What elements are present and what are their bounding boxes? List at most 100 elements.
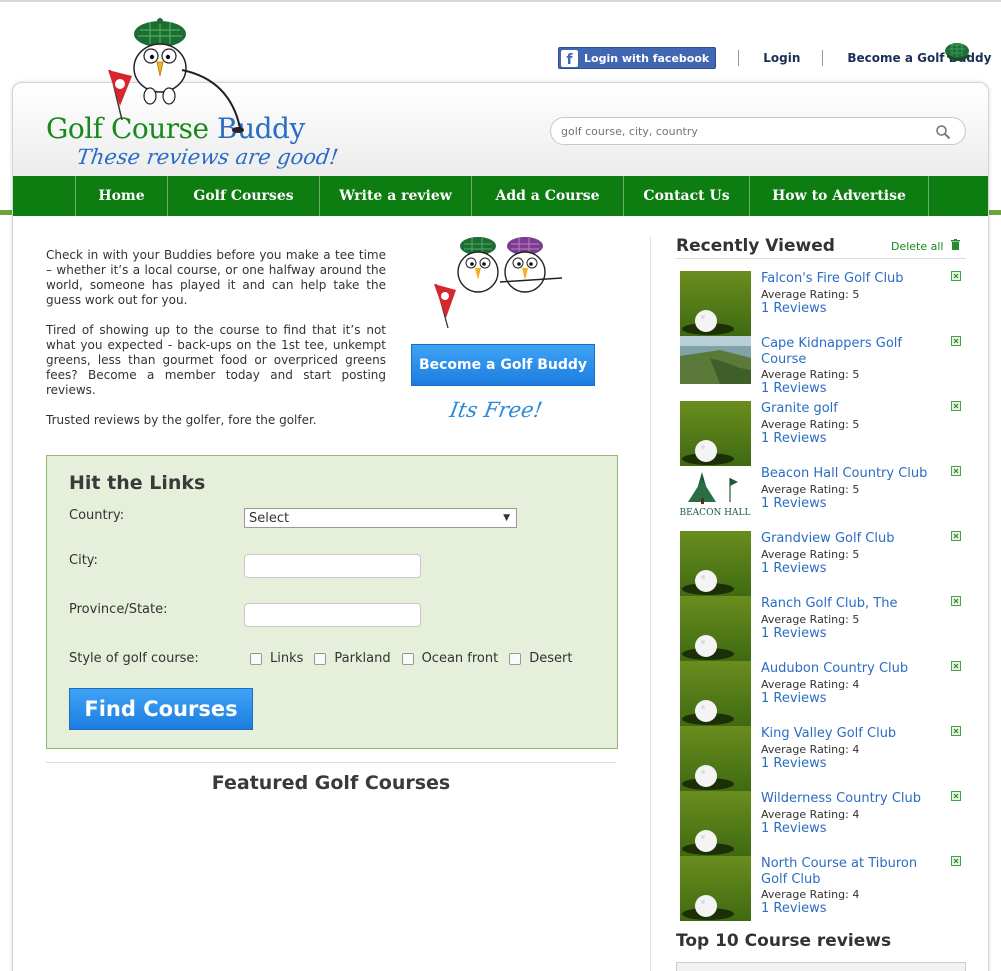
recently-viewed-item[interactable]: North Course at Tiburon Golf Club Average… [680,856,970,921]
intro-paragraph: Trusted reviews by the golfer, fore the … [46,413,317,427]
course-thumbnail[interactable] [680,596,751,661]
course-name-link[interactable]: Grandview Golf Club [761,531,941,547]
desert-checkbox-label: Desert [529,651,573,666]
province-label: Province/State: [69,602,168,617]
course-thumbnail[interactable] [680,791,751,856]
course-name-link[interactable]: North Course at Tiburon Golf Club [761,856,941,888]
ocean-front-checkbox[interactable] [401,652,414,665]
course-reviews-link[interactable]: 1 Reviews [761,561,827,576]
remove-icon[interactable] [951,271,961,281]
course-name-link[interactable]: Wilderness Country Club [761,791,941,807]
course-reviews-link[interactable]: 1 Reviews [761,901,827,916]
course-reviews-link[interactable]: 1 Reviews [761,381,827,396]
nav-home[interactable]: Home [76,176,168,216]
course-reviews-link[interactable]: 1 Reviews [761,756,827,771]
desert-checkbox[interactable] [509,652,522,665]
column-divider [650,236,651,971]
recently-viewed-item[interactable]: Cape Kidnappers Golf Course Average Ratin… [680,336,970,401]
links-checkbox[interactable] [250,652,262,665]
nav-contact-us[interactable]: Contact Us [624,176,750,216]
nav-how-to-advertise[interactable]: How to Advertise [750,176,929,216]
course-reviews-link[interactable]: 1 Reviews [761,691,827,706]
course-thumbnail[interactable] [680,661,751,726]
recently-viewed-item[interactable]: Granite golf Average Rating: 51 Reviews [680,401,970,466]
course-name-link[interactable]: Beacon Hall Country Club [761,466,941,482]
course-thumbnail[interactable] [680,531,751,596]
recently-viewed-item[interactable]: Audubon Country Club Average Rating: 41 R… [680,661,970,726]
divider [46,762,616,763]
main-nav: Home Golf Courses Write a review Add a C… [13,176,988,216]
remove-icon[interactable] [951,596,961,606]
course-rating: Average Rating: 5 [761,483,860,496]
trash-icon[interactable] [950,239,961,251]
recently-viewed-item[interactable]: King Valley Golf Club Average Rating: 41 … [680,726,970,791]
course-reviews-link[interactable]: 1 Reviews [761,301,827,316]
recently-viewed-item[interactable]: Grandview Golf Club Average Rating: 51 Re… [680,531,970,596]
course-reviews-link[interactable]: 1 Reviews [761,821,827,836]
course-thumbnail[interactable] [680,336,751,401]
nav-golf-courses[interactable]: Golf Courses [168,176,320,216]
nav-add-course[interactable]: Add a Course [472,176,624,216]
search-icon[interactable] [935,124,951,140]
search-bar[interactable] [550,117,966,145]
course-thumbnail[interactable] [680,856,751,921]
remove-icon[interactable] [951,531,961,541]
style-checkboxes: Links Parkland Ocean front Desert [250,651,583,666]
search-input[interactable] [561,124,921,138]
course-rating: Average Rating: 5 [761,368,860,381]
recently-viewed-item[interactable]: Ranch Golf Club, The Average Rating: 51 R… [680,596,970,661]
course-reviews-link[interactable]: 1 Reviews [761,626,827,641]
remove-icon[interactable] [951,336,961,346]
course-rating: Average Rating: 4 [761,743,860,756]
country-select[interactable]: Select ▼ [244,508,517,528]
intro-paragraph: Tired of showing up to the course to fin… [46,323,386,397]
facebook-login-button[interactable]: f Login with facebook [558,47,717,69]
province-input[interactable] [244,603,421,627]
course-name-link[interactable]: Ranch Golf Club, The [761,596,941,612]
parkland-checkbox[interactable] [314,652,327,665]
nav-write-review[interactable]: Write a review [320,176,472,216]
course-name-link[interactable]: Cape Kidnappers Golf Course [761,336,941,368]
form-title: Hit the Links [69,472,206,494]
featured-title: Featured Golf Courses [211,772,451,794]
delete-all-link[interactable]: Delete all [891,240,944,253]
top-bar: f Login with facebook Login Become a Gol… [558,46,991,70]
become-golf-buddy-button[interactable]: Become a Golf Buddy [411,344,595,386]
course-rating: Average Rating: 5 [761,418,860,431]
facebook-icon: f [561,49,578,67]
course-thumbnail[interactable] [680,726,751,791]
facebook-login-label: Login with facebook [584,51,710,65]
city-input[interactable] [244,554,421,578]
remove-icon[interactable] [951,466,961,476]
recently-viewed-item[interactable]: BEACON HALL Beacon Hall Country Club Avera… [680,466,970,531]
course-thumbnail[interactable] [680,401,751,466]
remove-icon[interactable] [951,661,961,671]
ocean-front-checkbox-label: Ocean front [421,651,499,666]
find-courses-button[interactable]: Find Courses [69,688,253,730]
remove-icon[interactable] [951,791,961,801]
remove-icon[interactable] [951,856,961,866]
course-rating: Average Rating: 5 [761,613,860,626]
intro-paragraph: Check in with your Buddies before you ma… [46,248,386,307]
remove-icon[interactable] [951,401,961,411]
bird-mascot-logo [108,18,244,133]
recently-viewed-item[interactable]: Wilderness Country Club Average Rating: 4… [680,791,970,856]
course-reviews-link[interactable]: 1 Reviews [761,496,827,511]
style-label: Style of golf course: [69,651,199,666]
top10-title: Top 10 Course reviews [676,931,892,951]
course-name-link[interactable]: Granite golf [761,401,941,417]
course-thumbnail[interactable]: BEACON HALL [680,466,751,531]
course-name-link[interactable]: Falcon's Fire Golf Club [761,271,941,287]
course-reviews-link[interactable]: 1 Reviews [761,431,827,446]
login-link[interactable]: Login [763,51,800,65]
recently-viewed-item[interactable]: Falcon's Fire Golf Club Average Rating: 5… [680,271,970,336]
course-name-link[interactable]: King Valley Golf Club [761,726,941,742]
course-name-link[interactable]: Audubon Country Club [761,661,941,677]
remove-icon[interactable] [951,726,961,736]
golf-cap-icon [945,43,969,61]
beacon-hall-logo-text: BEACON HALL [680,508,751,518]
course-rating: Average Rating: 4 [761,888,860,901]
intro-text: Check in with your Buddies before you ma… [46,248,386,443]
chevron-down-icon: ▼ [503,513,510,523]
course-thumbnail[interactable] [680,271,751,336]
